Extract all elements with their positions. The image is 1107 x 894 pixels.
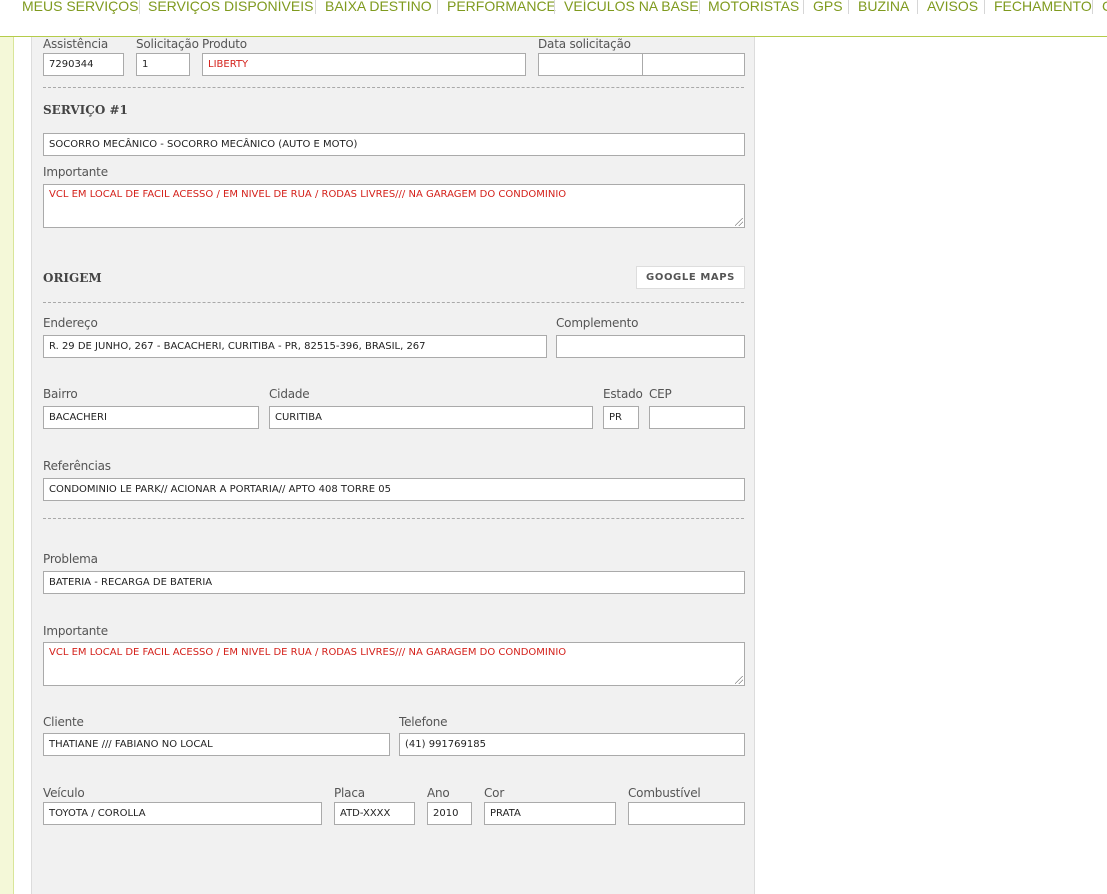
nav-separator — [917, 0, 918, 14]
service-title: SERVIÇO #1 — [43, 103, 128, 117]
nav-fechamento[interactable]: FECHAMENTO — [994, 0, 1092, 18]
service-field[interactable]: SOCORRO MECÂNICO - SOCORRO MECÂNICO (AUT… — [43, 133, 745, 156]
cep-label: CEP — [649, 387, 672, 401]
problema-importante-label: Importante — [43, 624, 108, 638]
veiculo-label: Veículo — [43, 786, 85, 800]
telefone-field[interactable]: (41) 991769185 — [399, 733, 745, 756]
nav-avisos[interactable]: AVISOS — [927, 0, 978, 18]
service-importante-label: Importante — [43, 165, 108, 179]
left-sidebar-strip — [0, 37, 14, 894]
combustivel-field[interactable] — [628, 802, 745, 825]
estado-label: Estado — [603, 387, 643, 401]
referencias-label: Referências — [43, 459, 111, 473]
veiculo-field[interactable]: TOYOTA / COROLLA — [43, 802, 322, 825]
complemento-field[interactable] — [556, 335, 745, 358]
problema-field[interactable]: BATERIA - RECARGA DE BATERIA — [43, 571, 745, 594]
nav-separator — [554, 0, 555, 14]
nav-separator — [699, 0, 700, 14]
cor-field[interactable]: PRATA — [484, 802, 616, 825]
assistencia-label: Assistência — [43, 37, 109, 51]
google-maps-button[interactable]: GOOGLE MAPS — [636, 266, 745, 289]
problema-importante-textarea[interactable]: VCL EM LOCAL DE FACIL ACESSO / EM NIVEL … — [43, 642, 745, 686]
divider — [43, 518, 744, 519]
solicitacao-field[interactable]: 1 — [136, 53, 190, 76]
nav-buzina[interactable]: BUZINA — [858, 0, 909, 18]
nav-performance[interactable]: PERFORMANCE — [447, 0, 556, 18]
bairro-label: Bairro — [43, 387, 78, 401]
data-solicitacao-date-field[interactable] — [538, 53, 643, 76]
bairro-field[interactable]: BACACHERI — [43, 406, 259, 429]
combustivel-label: Combustível — [628, 786, 701, 800]
nav-separator — [848, 0, 849, 14]
problema-importante-text: VCL EM LOCAL DE FACIL ACESSO / EM NIVEL … — [49, 647, 567, 658]
placa-label: Placa — [334, 786, 365, 800]
nav-separator — [437, 0, 438, 14]
nav-separator — [139, 0, 140, 14]
problema-label: Problema — [43, 552, 98, 566]
ano-label: Ano — [427, 786, 450, 800]
assistencia-field[interactable]: 7290344 — [43, 53, 124, 76]
nav-servicos-disponiveis[interactable]: SERVIÇOS DISPONÍVEIS — [148, 0, 313, 18]
divider — [43, 87, 744, 88]
origem-title: ORIGEM — [43, 271, 102, 285]
placa-field[interactable]: ATD-XXXX — [334, 802, 415, 825]
produto-label: Produto — [202, 37, 247, 51]
estado-field[interactable]: PR — [603, 406, 639, 429]
service-importante-textarea[interactable]: VCL EM LOCAL DE FACIL ACESSO / EM NIVEL … — [43, 184, 745, 228]
complemento-label: Complemento — [556, 316, 639, 330]
cliente-field[interactable]: THATIANE /// FABIANO NO LOCAL — [43, 733, 390, 756]
service-detail-panel: Assistência 7290344 Solicitação 1 Produt… — [31, 37, 755, 894]
endereco-label: Endereço — [43, 316, 98, 330]
nav-baixa-destino[interactable]: BAIXA DESTINO — [325, 0, 432, 18]
cep-field[interactable] — [649, 406, 745, 429]
nav-gps[interactable]: GPS — [813, 0, 843, 18]
data-solicitacao-time-field[interactable] — [642, 53, 745, 76]
nav-separator — [984, 0, 985, 14]
cliente-label: Cliente — [43, 715, 84, 729]
ano-field[interactable]: 2010 — [427, 802, 472, 825]
nav-separator — [315, 0, 316, 14]
cidade-field[interactable]: CURITIBA — [269, 406, 593, 429]
telefone-label: Telefone — [399, 715, 448, 729]
solicitacao-label: Solicitação — [136, 37, 199, 51]
nav-separator — [803, 0, 804, 14]
nav-veiculos-na-base[interactable]: VEÍCULOS NA BASE — [564, 0, 699, 18]
data-solicitacao-label: Data solicitação — [538, 37, 631, 51]
cor-label: Cor — [484, 786, 505, 800]
nav-motoristas[interactable]: MOTORISTAS — [708, 0, 799, 18]
endereco-field[interactable]: R. 29 DE JUNHO, 267 - BACACHERI, CURITIB… — [43, 335, 547, 358]
resize-grip-icon[interactable] — [735, 218, 743, 226]
cidade-label: Cidade — [269, 387, 310, 401]
nav-more[interactable]: C — [1102, 0, 1107, 18]
referencias-field[interactable]: CONDOMINIO LE PARK// ACIONAR A PORTARIA/… — [43, 478, 745, 501]
divider — [43, 302, 744, 303]
nav-meus-servicos[interactable]: MEUS SERVIÇOS — [22, 0, 138, 18]
resize-grip-icon[interactable] — [735, 676, 743, 684]
top-navigation: MEUS SERVIÇOS SERVIÇOS DISPONÍVEIS BAIXA… — [0, 0, 1107, 37]
nav-separator — [1092, 0, 1093, 14]
service-importante-text: VCL EM LOCAL DE FACIL ACESSO / EM NIVEL … — [49, 189, 567, 200]
produto-field[interactable]: LIBERTY — [202, 53, 526, 76]
